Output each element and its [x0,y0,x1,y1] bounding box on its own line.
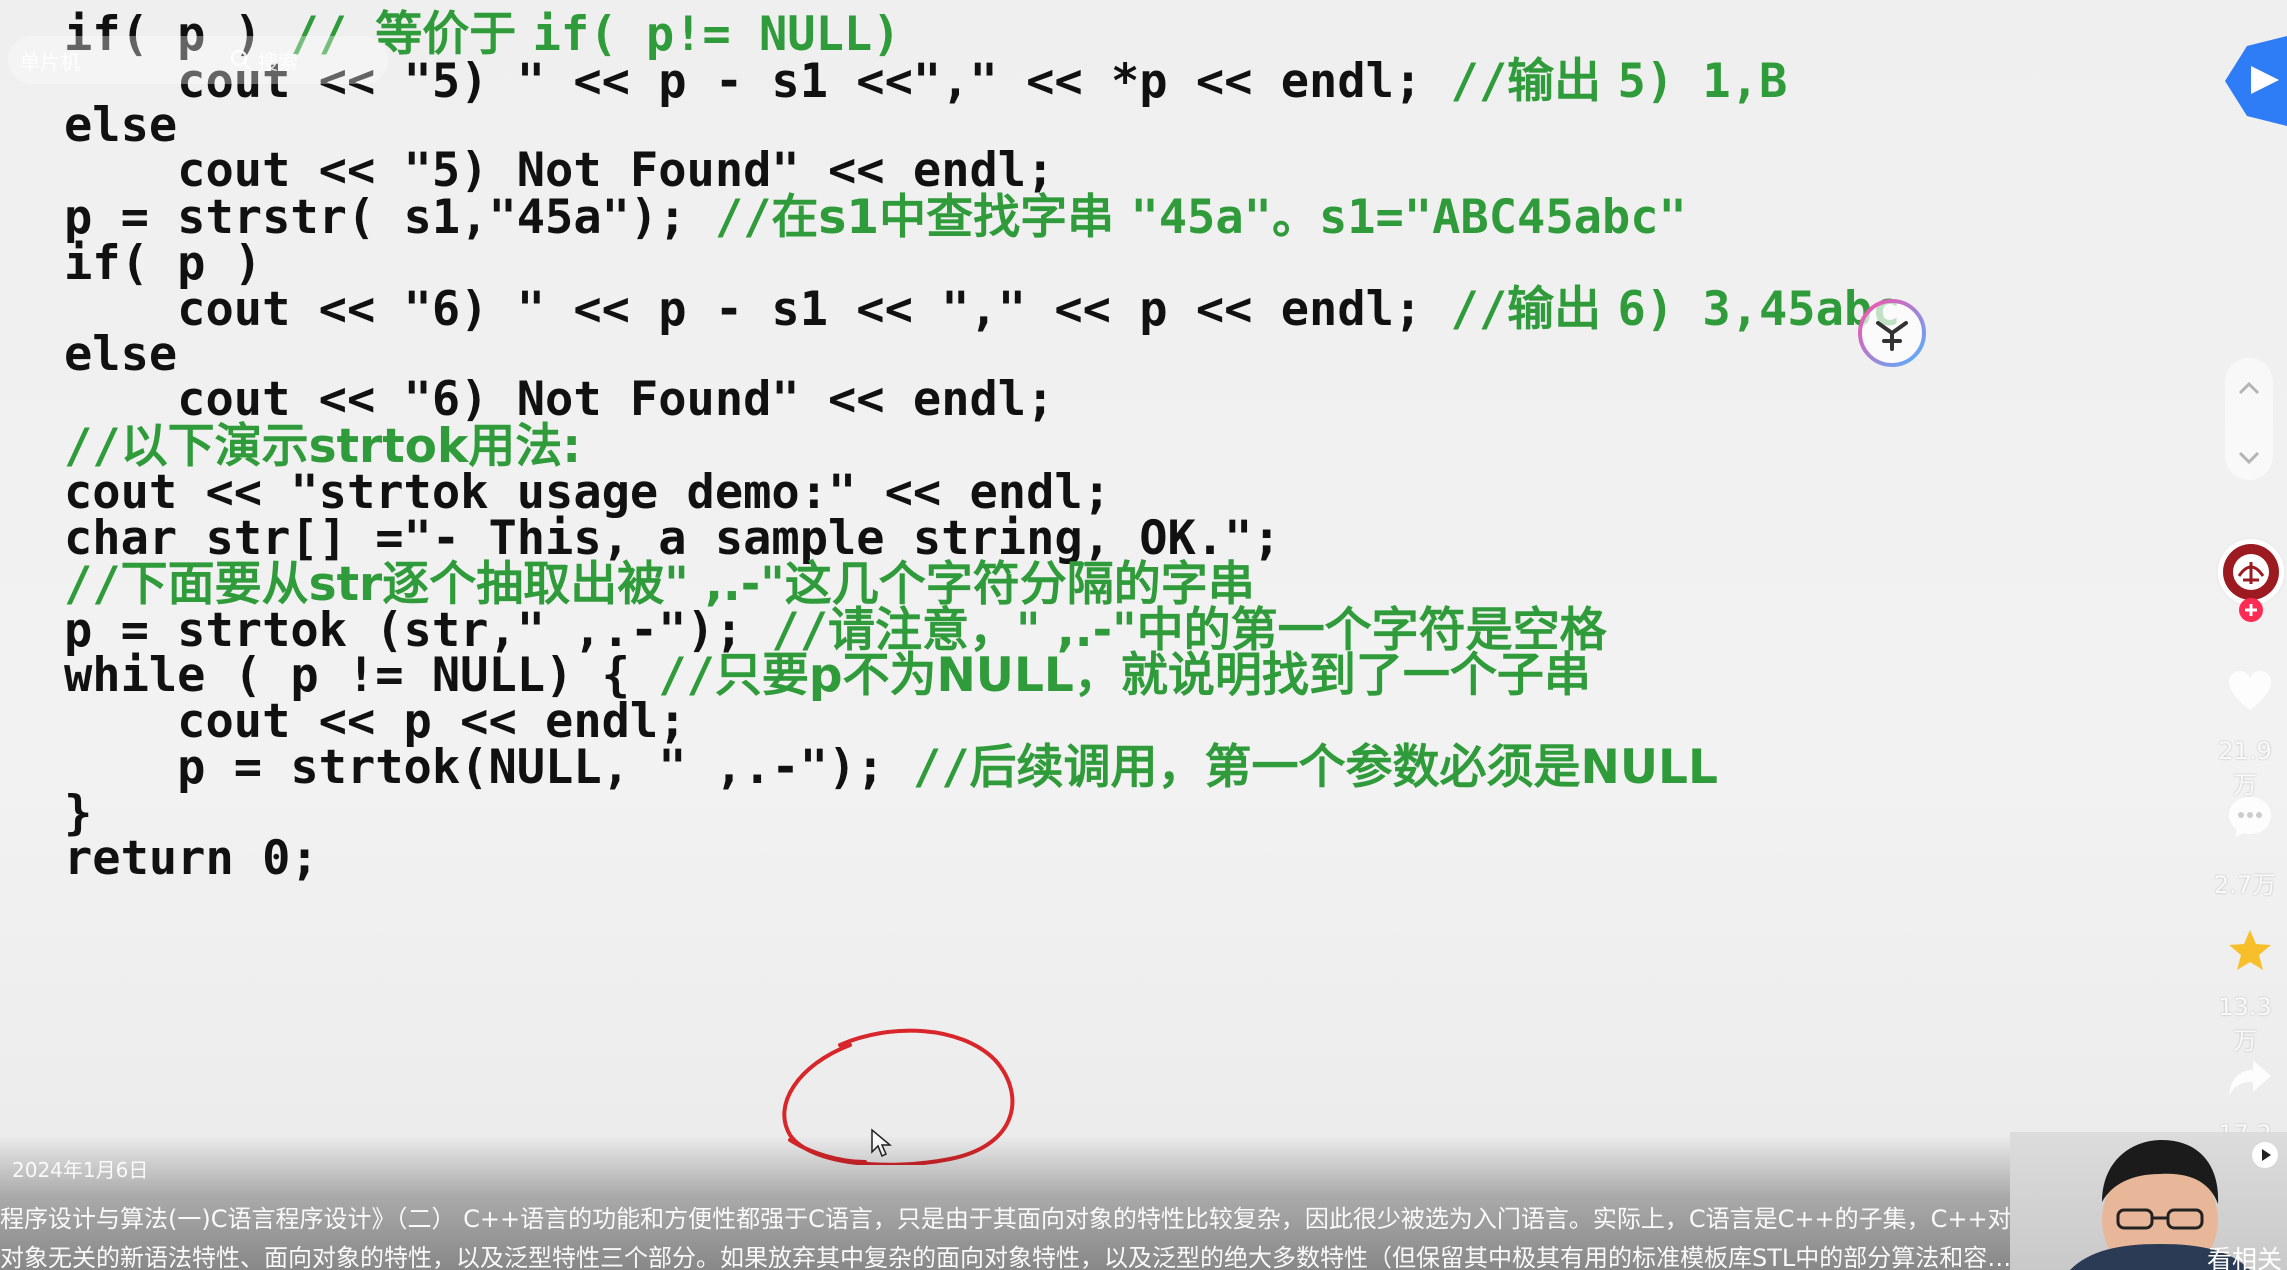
code-line: return 0; [64,829,319,889]
watermark-logo-icon [1858,299,1926,367]
code-line: p = strstr( s1,"45a"); //在s1中查找字串 "45a"。… [64,188,1687,248]
code-text: p = strtok(NULL, " ,.-"); [64,740,913,795]
comment-marker: // [1450,282,1508,337]
comment-text: 在s1中查找字串 [771,190,1131,245]
comment-text: 只要p不为NULL，就说明找到了一个子串 [714,648,1591,703]
comment-text-ascii: 5) 1,B [1617,54,1788,109]
code-line: p = strtok(NULL, " ,.-"); //后续调用，第一个参数必须… [64,738,1718,798]
comment-marker: // [1450,54,1508,109]
code-text: cout << "6) " << p - s1 << "," << p << e… [64,282,1451,337]
comment-marker: // [714,190,772,245]
search-icon [230,49,251,70]
description-line-2: 对象无关的新语法特性、面向对象的特性，以及泛型特性三个部分。如果放弃其中复杂的面… [0,1244,2012,1270]
post-date: 2024年1月6日 [12,1158,149,1182]
author-avatar[interactable] [2215,536,2287,628]
play-icon[interactable] [2250,1140,2280,1170]
related-videos-link[interactable]: 看相关 [2207,1240,2282,1270]
comment-count: 2.7万 [2213,871,2277,899]
app-label[interactable]: 单片机 [20,46,80,75]
app-corner-icon[interactable] [2217,36,2287,126]
search-button[interactable]: 搜索 [230,46,298,75]
code-line: cout << "6) " << p - s1 << "," << p << e… [64,280,1900,340]
chevron-up-icon[interactable] [2237,380,2261,396]
favorite-count: 13.3万 [2218,993,2272,1055]
comment-marker: // [912,740,970,795]
comment-text-ascii: "45a"。s1="ABC45abc" [1130,190,1687,245]
top-left-bar: 单片机 搜索 [8,36,388,84]
comment-icon[interactable] [2227,795,2273,839]
right-action-rail: 21.9万 2.7万 13.3万 17.2万 [2207,0,2287,1270]
code-text: return 0; [64,831,319,886]
star-icon[interactable] [2227,928,2273,972]
chevron-down-icon[interactable] [2237,450,2261,466]
comment-text: 输出 [1507,54,1618,109]
comment-text: 后续调用，第一个参数必须是NULL [969,740,1718,795]
description-line-1: 程序设计与算法(一)C语言程序设计》（二） C++语言的功能和方便性都强于C语言… [0,1205,2010,1233]
search-label: 搜索 [258,49,298,74]
heart-icon[interactable] [2227,670,2273,712]
like-count: 21.9万 [2218,737,2272,799]
video-frame[interactable]: if( p ) // 等价于 if( p!= NULL) cout << "5)… [0,0,2287,1270]
share-icon[interactable] [2227,1058,2273,1098]
comment-text: 输出 [1507,282,1618,337]
